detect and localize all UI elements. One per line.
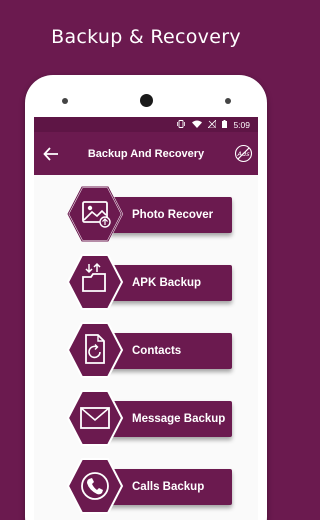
signal-off-icon (207, 118, 217, 130)
status-bar: 5:09 (34, 117, 258, 132)
contacts-refresh-icon (64, 321, 124, 379)
battery-icon (222, 119, 228, 130)
ads-icon[interactable]: Ads (234, 144, 253, 163)
calls-backup-button[interactable]: Calls Backup (64, 457, 234, 514)
message-backup-button[interactable]: Message Backup (64, 389, 234, 446)
phone-screen: 5:09 Backup And Recovery Ads Photo Recov… (34, 117, 258, 520)
status-time: 5:09 (233, 119, 250, 130)
contacts-label: Contacts (132, 345, 182, 357)
contacts-button[interactable]: Contacts (64, 321, 234, 378)
ads-label: Ads (237, 150, 251, 158)
app-title: Backup And Recovery (87, 147, 205, 160)
app-bar: Backup And Recovery Ads (34, 132, 258, 175)
photo-upload-icon (64, 185, 124, 243)
folder-download-icon (64, 253, 124, 311)
apk-backup-label: APK Backup (132, 277, 202, 289)
back-arrow-icon[interactable] (40, 143, 62, 165)
phone-icon (64, 457, 124, 515)
promo-title: Backup & Recovery (51, 26, 241, 48)
vibrate-icon (176, 119, 186, 130)
photo-recover-label: Photo Recover (132, 209, 214, 221)
wifi-icon (192, 120, 203, 130)
phone-sensor (62, 98, 68, 104)
phone-sensor-right (225, 98, 231, 104)
envelope-icon (64, 389, 124, 447)
message-backup-label: Message Backup (132, 413, 226, 425)
apk-backup-button[interactable]: APK Backup (64, 253, 234, 310)
calls-backup-label: Calls Backup (132, 481, 205, 493)
phone-camera (140, 94, 153, 107)
menu-list: Photo Recover APK Backup Contacts Messag… (34, 175, 258, 520)
phone-frame: 5:09 Backup And Recovery Ads Photo Recov… (25, 75, 267, 520)
photo-recover-button[interactable]: Photo Recover (64, 185, 234, 242)
